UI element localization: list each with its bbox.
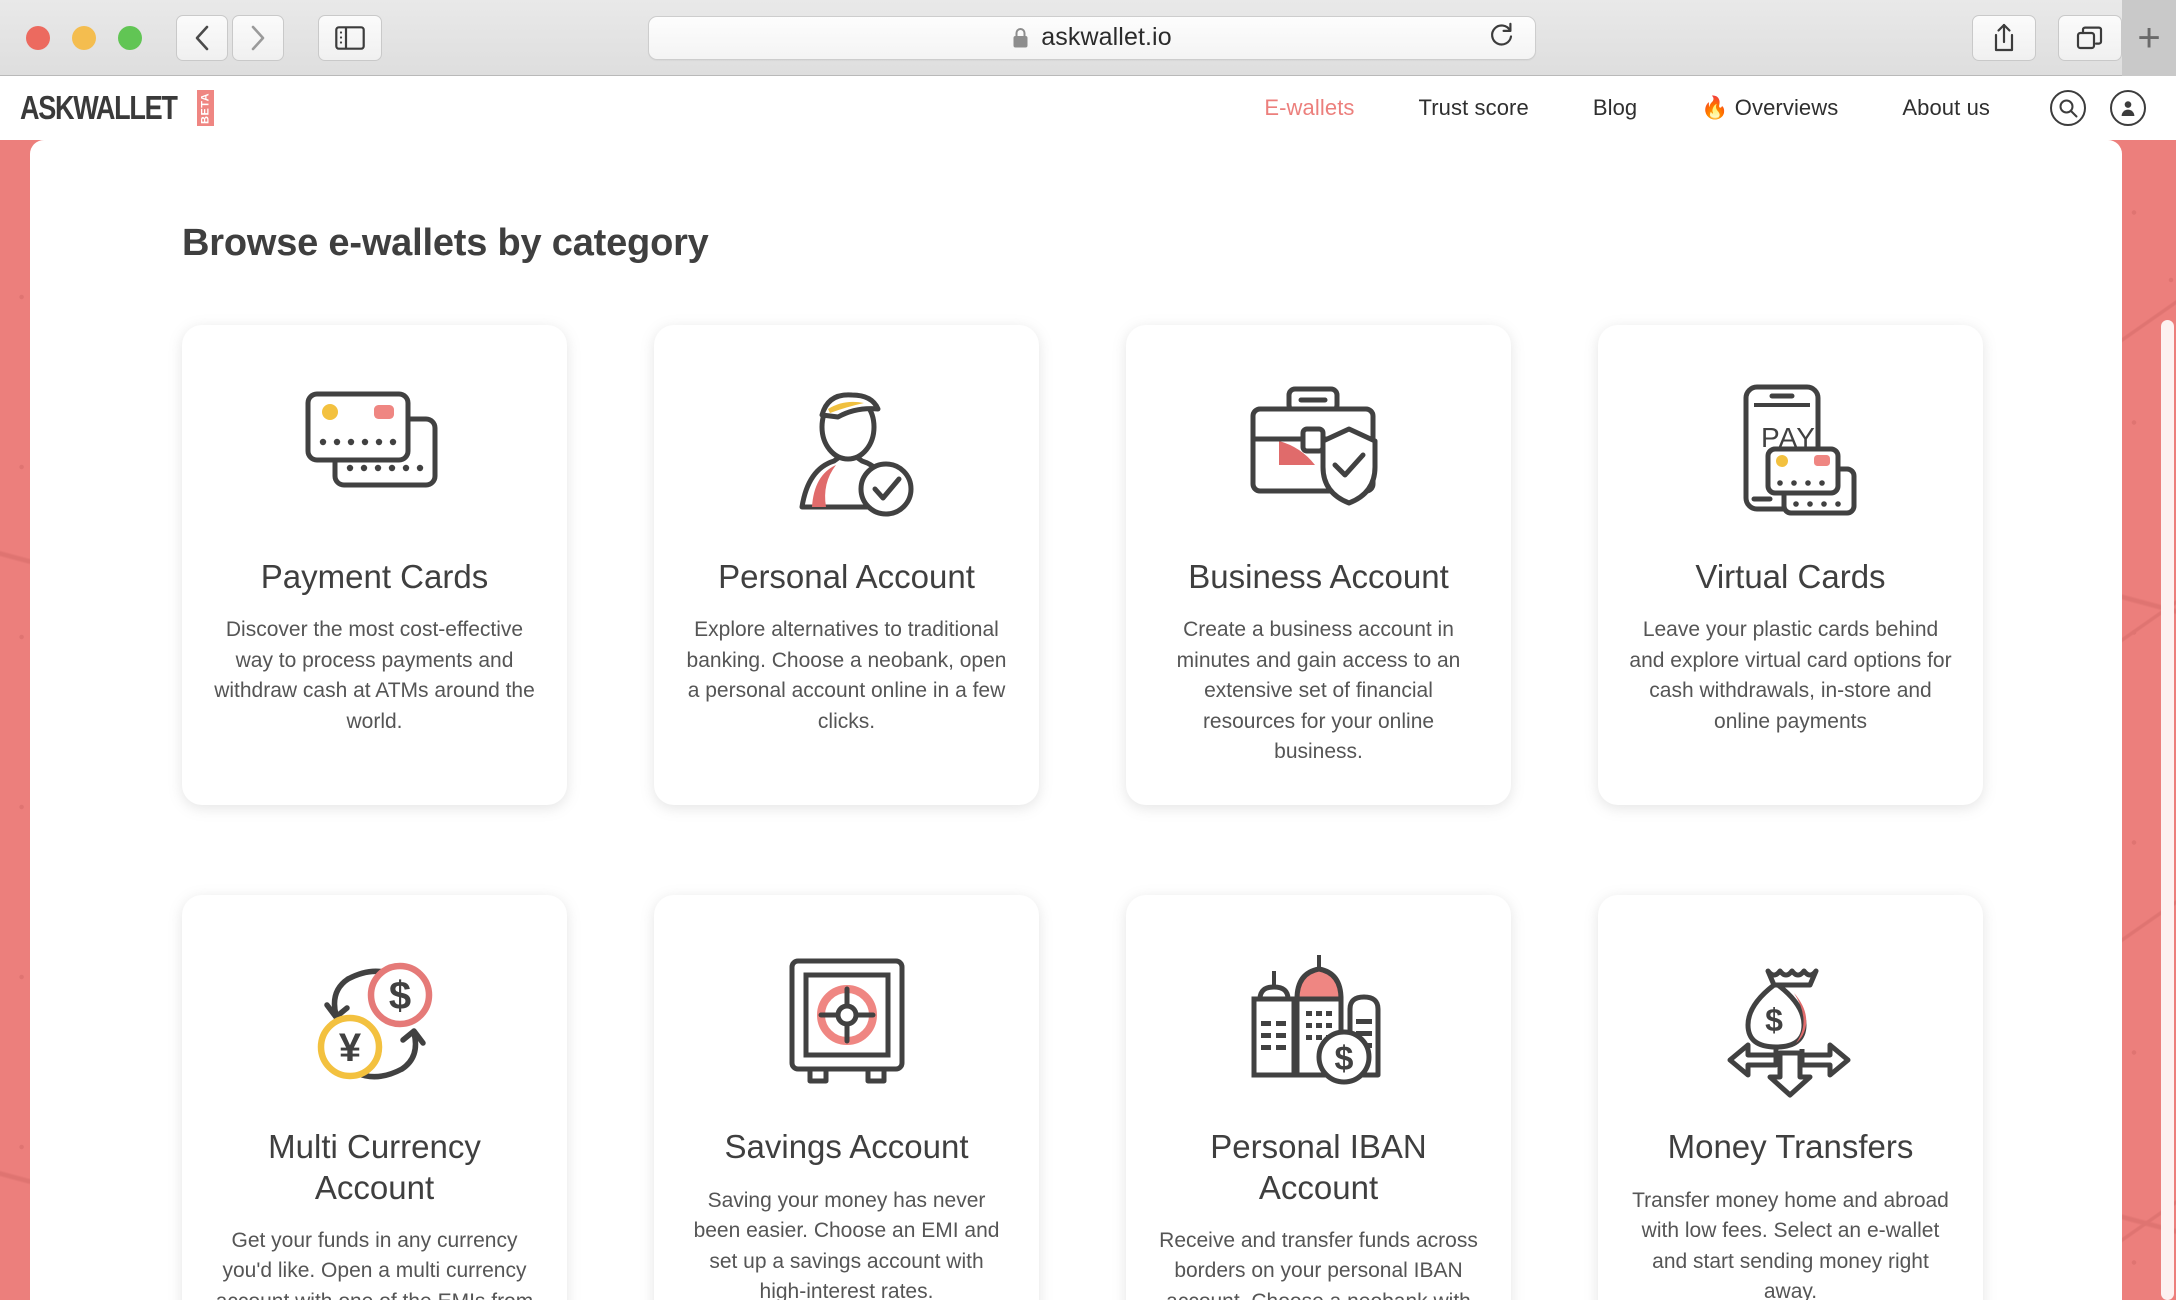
card-title: Personal IBAN Account bbox=[1210, 1128, 1427, 1206]
back-chevron-icon bbox=[195, 25, 209, 50]
url-text: askwallet.io bbox=[1041, 23, 1172, 51]
close-window-button[interactable] bbox=[26, 25, 50, 50]
forward-button[interactable] bbox=[232, 14, 284, 61]
savings-account-icon bbox=[684, 929, 1009, 1119]
multi-currency-icon: $ ¥ bbox=[212, 929, 537, 1119]
logo-text: ASKWALLET bbox=[20, 89, 178, 126]
personal-iban-icon: $ bbox=[1156, 929, 1481, 1119]
nav-item-blog[interactable]: Blog bbox=[1561, 95, 1669, 121]
category-card-money-transfers[interactable]: $ Money Transfers Transfer money home an… bbox=[1598, 895, 1983, 1300]
category-card-payment-cards[interactable]: Payment Cards Discover the most cost-eff… bbox=[182, 325, 567, 806]
web-page: ASKWALLET BETA E-wallets Trust score Blo… bbox=[0, 76, 2176, 1300]
nav-icon-group bbox=[2022, 90, 2176, 126]
svg-text:$: $ bbox=[1765, 1002, 1783, 1038]
sidebar-toggle-icon bbox=[335, 25, 365, 50]
reload-button[interactable] bbox=[1489, 21, 1515, 54]
site-header: ASKWALLET BETA E-wallets Trust score Blo… bbox=[0, 76, 2176, 140]
nav-item-overviews[interactable]: 🔥 Overviews bbox=[1669, 95, 1870, 121]
money-transfers-icon: $ bbox=[1628, 929, 1953, 1119]
fire-icon: 🔥 bbox=[1701, 95, 1729, 120]
category-card-multi-currency-account[interactable]: $ ¥ Multi Currency Account Get your fund… bbox=[182, 895, 567, 1300]
nav-item-trust-score[interactable]: Trust score bbox=[1387, 95, 1561, 121]
card-title: Payment Cards bbox=[260, 558, 489, 595]
user-account-icon bbox=[2121, 101, 2135, 116]
card-description: Discover the most cost-effective way to … bbox=[214, 618, 535, 733]
forward-chevron-icon bbox=[251, 25, 265, 50]
card-description: Transfer money home and abroad with low … bbox=[1632, 1188, 1949, 1300]
page-title: Browse e-wallets by category bbox=[182, 222, 709, 264]
window-controls bbox=[26, 25, 142, 50]
nav-item-overviews-label: Overviews bbox=[1734, 95, 1839, 120]
card-title: Multi Currency Account bbox=[268, 1128, 481, 1206]
main-navigation: E-wallets Trust score Blog 🔥 Overviews Ab… bbox=[1232, 90, 2176, 126]
category-card-personal-iban-account[interactable]: $ Personal IBAN Account Receive and tran… bbox=[1126, 895, 1511, 1300]
back-button[interactable] bbox=[176, 14, 228, 61]
lock-icon bbox=[1013, 27, 1028, 47]
card-title: Virtual Cards bbox=[1695, 558, 1886, 595]
card-title: Savings Account bbox=[724, 1128, 969, 1166]
tab-overview-button[interactable] bbox=[2058, 14, 2122, 61]
tab-overview-icon bbox=[2076, 26, 2103, 49]
payment-cards-icon bbox=[212, 359, 537, 549]
virtual-cards-icon: PAY bbox=[1628, 359, 1953, 549]
url-display: askwallet.io bbox=[1012, 23, 1172, 52]
content-sheet: Browse e-wallets by category Payment Car… bbox=[30, 140, 2122, 1300]
beta-badge: BETA bbox=[196, 90, 214, 126]
navigation-buttons bbox=[176, 14, 284, 61]
category-grid: Payment Cards Discover the most cost-eff… bbox=[182, 325, 2122, 1300]
share-icon bbox=[1994, 23, 2014, 51]
category-card-personal-account[interactable]: Personal Account Explore alternatives to… bbox=[654, 325, 1039, 806]
browser-toolbar: askwallet.io + bbox=[0, 0, 2176, 76]
card-title: Money Transfers bbox=[1667, 1128, 1914, 1166]
personal-account-icon bbox=[684, 359, 1009, 549]
card-description: Explore alternatives to traditional bank… bbox=[686, 618, 1007, 733]
card-description: Saving your money has never been easier.… bbox=[693, 1188, 1000, 1300]
nav-item-e-wallets[interactable]: E-wallets bbox=[1232, 95, 1386, 121]
business-account-icon bbox=[1156, 359, 1481, 549]
reload-icon bbox=[1491, 22, 1513, 46]
card-description: Get your funds in any currency you'd lik… bbox=[216, 1228, 533, 1300]
site-logo[interactable]: ASKWALLET BETA bbox=[20, 89, 214, 127]
new-tab-button[interactable]: + bbox=[2122, 0, 2176, 76]
category-card-savings-account[interactable]: Savings Account Saving your money has ne… bbox=[654, 895, 1039, 1300]
category-card-business-account[interactable]: Business Account Create a business accou… bbox=[1126, 325, 1511, 806]
toolbar-right-tools bbox=[1972, 14, 2122, 61]
search-button[interactable] bbox=[2050, 90, 2086, 126]
svg-text:$: $ bbox=[1334, 1040, 1353, 1078]
page-scrollbar[interactable] bbox=[2161, 320, 2174, 1300]
address-bar[interactable]: askwallet.io bbox=[648, 15, 1536, 60]
category-card-virtual-cards[interactable]: PAY Virtual Cards Leave your plastic car… bbox=[1598, 325, 1983, 806]
svg-text:$: $ bbox=[388, 974, 410, 1018]
card-description: Receive and transfer funds across border… bbox=[1159, 1228, 1478, 1300]
new-tab-label: + bbox=[2137, 16, 2161, 60]
card-description: Leave your plastic cards behind and expl… bbox=[1629, 618, 1952, 733]
maximize-window-button[interactable] bbox=[118, 25, 142, 50]
svg-text:¥: ¥ bbox=[338, 1026, 361, 1070]
card-description: Create a business account in minutes and… bbox=[1176, 618, 1461, 763]
card-title: Business Account bbox=[1188, 558, 1449, 595]
nav-item-about-us[interactable]: About us bbox=[1870, 95, 2022, 121]
card-title: Personal Account bbox=[718, 558, 975, 595]
account-button[interactable] bbox=[2110, 90, 2146, 126]
share-button[interactable] bbox=[1972, 14, 2036, 61]
sidebar-toggle-button[interactable] bbox=[318, 14, 382, 61]
search-icon bbox=[2059, 99, 2078, 118]
minimize-window-button[interactable] bbox=[72, 25, 96, 50]
browser-window: askwallet.io + ASKWALLET BETA E-wallets … bbox=[0, 0, 2176, 1300]
